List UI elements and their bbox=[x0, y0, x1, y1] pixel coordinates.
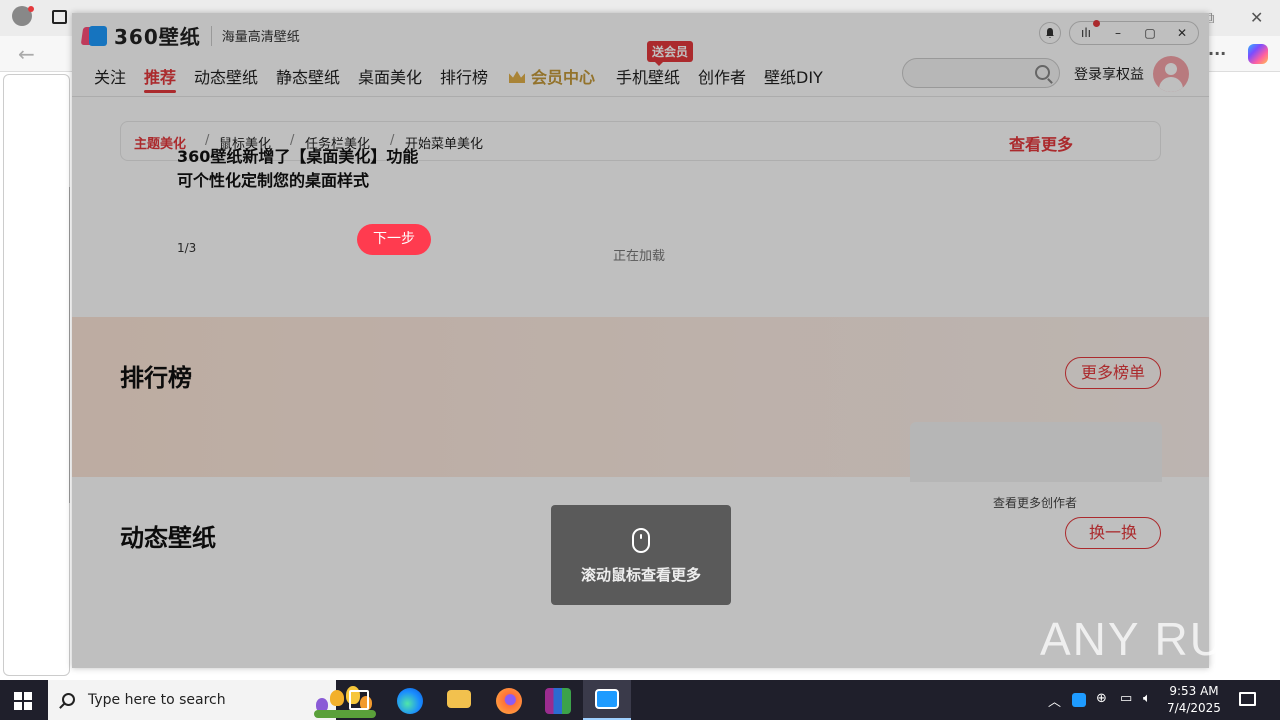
copilot-icon[interactable] bbox=[1248, 44, 1268, 64]
wallpaper-app-icon bbox=[595, 689, 619, 709]
wallpaper-app-window: 360壁纸 海量高清壁纸 ılı – ▢ ✕ 关注 推荐 动态壁纸 静态壁纸 桌… bbox=[72, 13, 1209, 668]
taskbar-clock[interactable]: 9:53 AM 7/4/2025 bbox=[1166, 683, 1222, 717]
clock-date: 7/4/2025 bbox=[1167, 701, 1221, 715]
browser-more-icon[interactable]: ··· bbox=[1208, 44, 1226, 64]
tulips-decoration-icon bbox=[306, 684, 382, 718]
anyrun-watermark: ANY RUN bbox=[1040, 613, 1261, 665]
browser-side-panel bbox=[3, 74, 70, 676]
clock-time: 9:53 AM bbox=[1169, 684, 1219, 698]
browser-close-icon[interactable]: ✕ bbox=[1250, 8, 1263, 28]
guide-next-button[interactable]: 下一步 bbox=[357, 224, 431, 255]
profile-notification-dot bbox=[28, 6, 34, 12]
taskbar-search-box[interactable]: Type here to search bbox=[48, 680, 376, 720]
task-view-icon[interactable] bbox=[349, 690, 369, 710]
scroll-hint-toast: 滚动鼠标查看更多 bbox=[551, 505, 731, 605]
tray-network-device-icon[interactable]: ⊕ bbox=[1096, 691, 1107, 706]
tab-actions-icon[interactable] bbox=[52, 10, 67, 24]
taskbar-360-wallpaper-app[interactable] bbox=[583, 680, 631, 720]
edge-browser-icon[interactable] bbox=[397, 688, 423, 714]
taskbar-search-placeholder: Type here to search bbox=[88, 692, 226, 708]
windows-taskbar: Type here to search ︿ ⊕ ▭ 🔈︎ 9:53 AM 7/4… bbox=[0, 680, 1280, 720]
tray-wallpaper-icon[interactable] bbox=[1072, 693, 1086, 707]
notification-center-icon[interactable] bbox=[1239, 692, 1256, 706]
winrar-icon[interactable] bbox=[545, 688, 571, 714]
tray-volume-icon[interactable]: 🔈︎ bbox=[1143, 691, 1151, 706]
windows-start-icon[interactable] bbox=[14, 692, 32, 710]
tray-network-icon[interactable]: ▭ bbox=[1120, 691, 1132, 706]
search-icon bbox=[62, 693, 75, 706]
mouse-icon bbox=[632, 528, 650, 553]
scroll-hint-text: 滚动鼠标查看更多 bbox=[580, 566, 701, 584]
back-icon[interactable]: ← bbox=[18, 44, 35, 64]
file-explorer-icon[interactable] bbox=[447, 690, 471, 708]
firefox-icon[interactable] bbox=[496, 688, 522, 714]
tray-chevron-icon[interactable]: ︿ bbox=[1048, 691, 1061, 710]
